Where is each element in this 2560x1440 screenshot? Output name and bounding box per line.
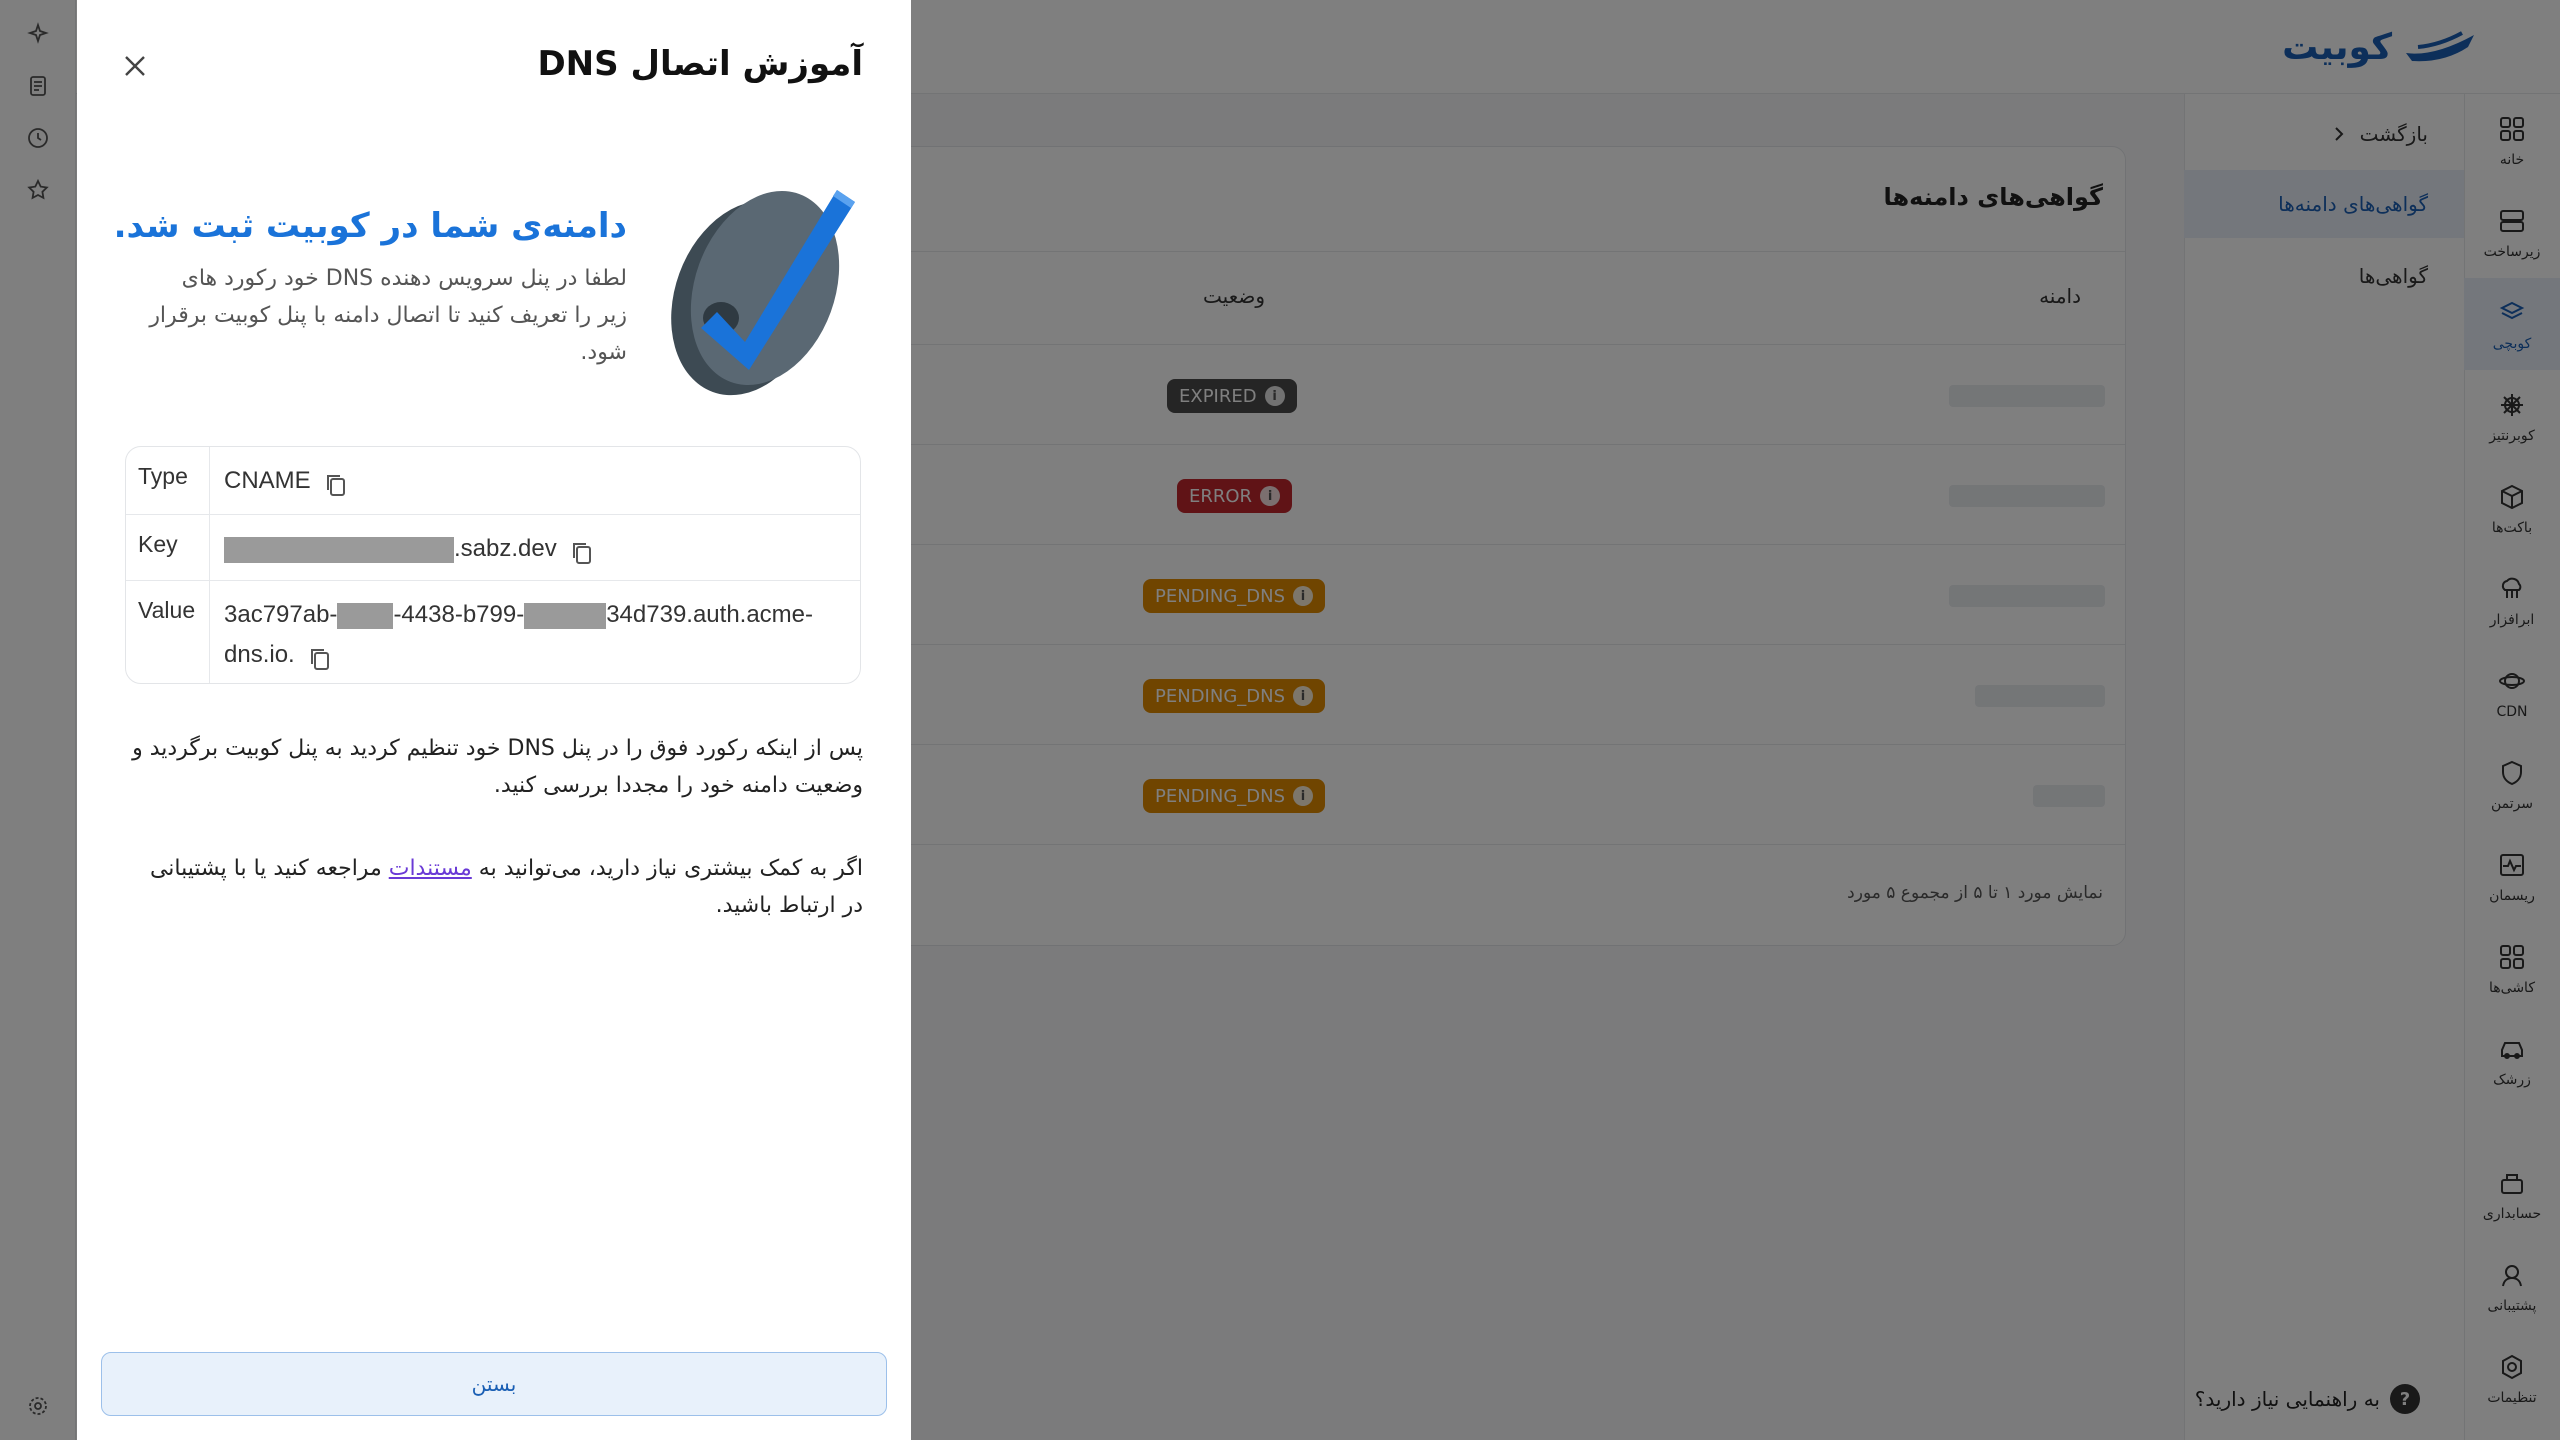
record-value[interactable]: 3ac797ab- -4438-b799- 34d739.auth.acme-dns… xyxy=(210,581,860,683)
help-paragraph: اگر به کمک بیشتری نیاز دارید، می‌توانید … xyxy=(123,850,863,924)
record-key-label: Key xyxy=(126,515,210,580)
record-key-label: Value xyxy=(126,581,210,683)
redacted-text xyxy=(524,602,607,629)
success-heading: دامنه‌ی شما در کوبیت ثبت شد. xyxy=(113,206,627,246)
record-row-type: Type CNAME xyxy=(126,447,860,515)
checkmark-illustration-icon xyxy=(671,190,855,396)
documentation-link[interactable]: مستندات xyxy=(389,856,472,881)
copy-icon[interactable] xyxy=(571,538,593,564)
record-key-suffix[interactable]: .sabz.dev xyxy=(454,535,557,562)
copy-icon[interactable] xyxy=(325,470,347,496)
instructions-paragraph: پس از اینکه رکورد فوق را در پنل DNS خود … xyxy=(132,736,863,798)
copy-icon[interactable] xyxy=(309,644,331,670)
value-part-3: 34d739.auth.acme- xyxy=(606,601,814,628)
record-row-key: Key .sabz.dev xyxy=(126,515,860,581)
value-part-1: 3ac797ab- xyxy=(224,601,338,628)
close-drawer-button[interactable]: بستن xyxy=(101,1352,887,1416)
redacted-text xyxy=(337,602,394,629)
value-part-2: -4438-b799- xyxy=(393,601,525,628)
help-text-before: اگر به کمک بیشتری نیاز دارید، می‌توانید … xyxy=(471,856,863,881)
record-key-label: Type xyxy=(126,447,210,514)
record-value: .sabz.dev xyxy=(210,515,860,580)
drawer-title: آموزش اتصال DNS xyxy=(537,44,863,84)
record-type-value[interactable]: CNAME xyxy=(224,467,311,494)
record-value: CNAME xyxy=(210,447,860,514)
close-button[interactable] xyxy=(115,46,155,86)
record-row-value: Value 3ac797ab- -4438-b799- 34d739.auth.ac… xyxy=(126,581,860,683)
redacted-text xyxy=(224,536,454,563)
dns-record-table: Type CNAME Key .sabz.dev Value 3ac797ab-… xyxy=(125,446,861,684)
dns-guide-drawer: آموزش اتصال DNS دامنه‌ی شما در کوبیت ثبت… xyxy=(77,0,911,1440)
success-description: لطفا در پنل سرویس دهنده DNS خود رکورد ها… xyxy=(149,266,627,365)
value-part-4: dns.io. xyxy=(224,641,295,668)
close-icon xyxy=(125,56,145,76)
